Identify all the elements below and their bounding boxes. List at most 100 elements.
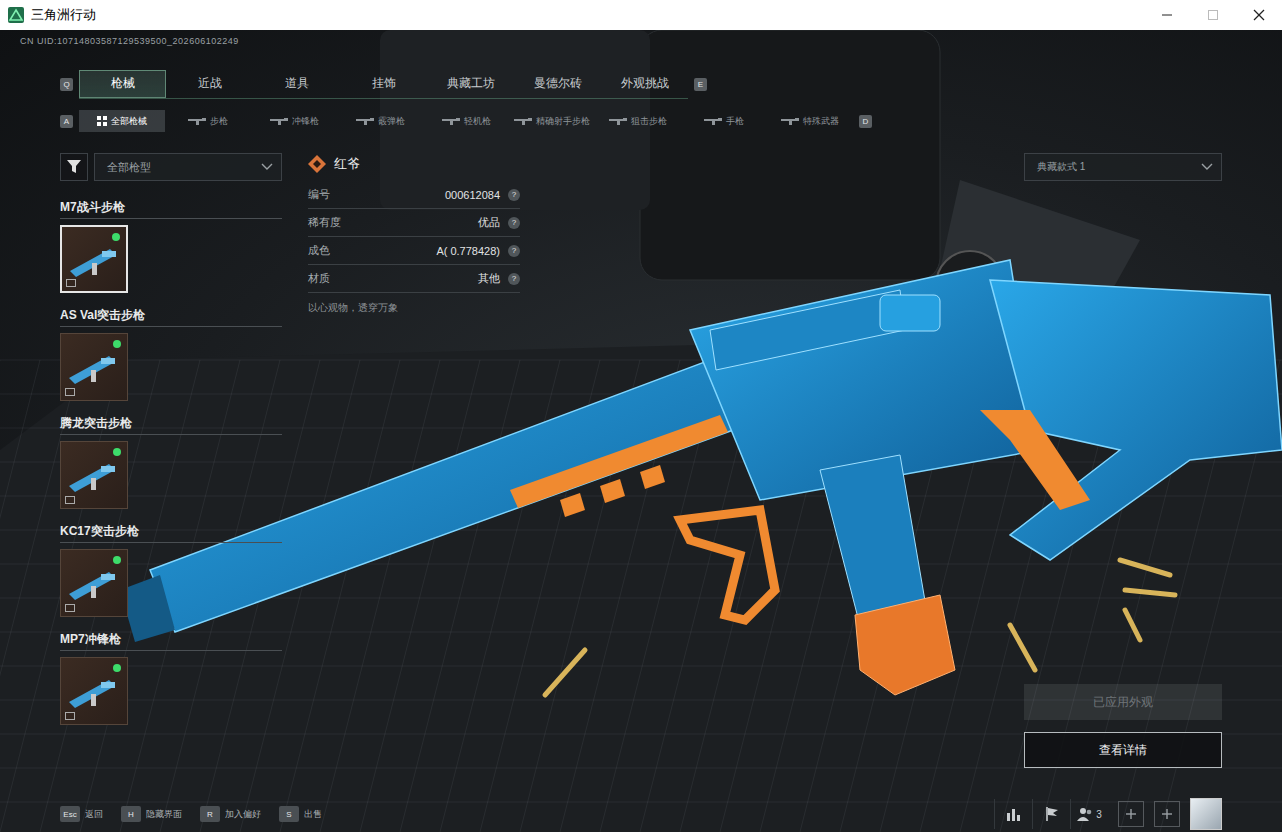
- hotkey-label: 隐藏界面: [146, 808, 182, 821]
- style-dropdown[interactable]: 典藏款式 1: [1024, 153, 1222, 181]
- weapon-type-tab[interactable]: 狙击步枪: [595, 110, 681, 132]
- gun-icon[interactable]: [781, 117, 799, 125]
- weapon-thumbnail[interactable]: [60, 333, 128, 401]
- weapon-type-tab[interactable]: 霰弹枪: [337, 110, 423, 132]
- prev-category-key: Q: [60, 78, 73, 91]
- hotkey-hint[interactable]: R加入偏好: [200, 806, 261, 822]
- weapon-item[interactable]: MP7冲锋枪: [60, 631, 282, 725]
- weapon-name: 腾龙突击步枪: [60, 415, 282, 435]
- bar-chart-icon[interactable]: [1006, 807, 1022, 821]
- equipped-dot: [113, 664, 121, 672]
- weapon-type-tabs: 全部枪械步枪 冲锋枪 霰弹枪 轻机枪 精确射手步枪狙击步枪 手枪 特殊武器: [79, 110, 853, 132]
- weapon-thumbnail[interactable]: [60, 657, 128, 725]
- plus-icon[interactable]: [1125, 808, 1137, 820]
- skin-title-row: 红爷: [308, 153, 520, 175]
- close-icon[interactable]: [1253, 9, 1265, 21]
- weapon-name: MP7冲锋枪: [60, 631, 282, 651]
- weapon-thumbnail[interactable]: [60, 225, 128, 293]
- gun-icon[interactable]: [609, 117, 627, 125]
- weapon-item[interactable]: 腾龙突击步枪: [60, 415, 282, 509]
- applied-skin-button[interactable]: 已应用外观: [1024, 684, 1222, 720]
- category-tab[interactable]: 典藏工坊: [427, 70, 514, 98]
- weapon-type-tab[interactable]: 轻机枪: [423, 110, 509, 132]
- view-details-button[interactable]: 查看详情: [1024, 732, 1222, 768]
- social-icons: 3: [994, 798, 1222, 830]
- weapon-item[interactable]: AS Val突击步枪: [60, 307, 282, 401]
- detail-row: 材质其他?: [308, 265, 520, 293]
- equipped-dot: [112, 233, 120, 241]
- people-icon[interactable]: [1077, 807, 1093, 821]
- gun-icon[interactable]: [270, 117, 288, 125]
- weapon-type-label: 冲锋枪: [292, 115, 319, 128]
- weapon-type-label: 霰弹枪: [378, 115, 405, 128]
- stats-button[interactable]: [994, 799, 1032, 829]
- party-button[interactable]: 3: [1070, 799, 1108, 829]
- hotkey-hint[interactable]: S出售: [279, 806, 322, 822]
- weapon-thumb-icon[interactable]: [66, 241, 126, 281]
- close-button[interactable]: [1236, 0, 1282, 30]
- player-avatar[interactable]: [1190, 798, 1222, 830]
- invite-slot[interactable]: [1118, 801, 1144, 827]
- gun-icon[interactable]: [514, 117, 532, 125]
- weapon-thumb-icon[interactable]: [65, 672, 125, 712]
- detail-value-group: 其他?: [478, 271, 520, 286]
- help-button[interactable]: ?: [508, 245, 520, 257]
- preview-icon: [65, 388, 75, 396]
- weapon-type-tab[interactable]: 冲锋枪: [251, 110, 337, 132]
- prev-type-key: A: [60, 115, 73, 128]
- hotkey-label: 返回: [85, 808, 103, 821]
- gun-icon[interactable]: [356, 117, 374, 125]
- help-button[interactable]: ?: [508, 189, 520, 201]
- help-button[interactable]: ?: [508, 217, 520, 229]
- weapon-type-label: 轻机枪: [464, 115, 491, 128]
- weapon-type-tab[interactable]: 特殊武器: [767, 110, 853, 132]
- hotkey-hint[interactable]: Esc返回: [60, 806, 103, 822]
- category-tab[interactable]: 道具: [253, 70, 340, 98]
- flag-icon[interactable]: [1045, 806, 1059, 822]
- maximize-button[interactable]: [1190, 0, 1236, 30]
- rarity-diamond-icon: [308, 155, 326, 173]
- detail-value: A( 0.778428): [436, 245, 500, 257]
- category-tab[interactable]: 挂饰: [340, 70, 427, 98]
- weapon-thumb-icon[interactable]: [65, 348, 125, 388]
- bottom-bar: Esc返回 H隐藏界面 R加入偏好 S出售 3: [60, 798, 1222, 830]
- category-tab[interactable]: 近战: [166, 70, 253, 98]
- minimize-button[interactable]: [1144, 0, 1190, 30]
- weapon-thumbnail[interactable]: [60, 549, 128, 617]
- weapon-item[interactable]: M7战斗步枪: [60, 199, 282, 293]
- weapon-type-tab[interactable]: 全部枪械: [79, 110, 165, 132]
- weapon-thumb-icon[interactable]: [65, 564, 125, 604]
- category-tab[interactable]: 曼德尔砖: [514, 70, 601, 98]
- chevron-down-icon[interactable]: [261, 163, 273, 171]
- weapon-name: KC17突击步枪: [60, 523, 282, 543]
- minimize-icon[interactable]: [1161, 9, 1173, 21]
- help-button[interactable]: ?: [508, 273, 520, 285]
- weapon-type-tab[interactable]: 手枪: [681, 110, 767, 132]
- category-tab[interactable]: 外观挑战: [601, 70, 688, 98]
- maximize-icon[interactable]: [1207, 9, 1219, 21]
- weapon-thumb-icon[interactable]: [65, 456, 125, 496]
- detail-value-group: A( 0.778428)?: [436, 245, 520, 257]
- app-logo-icon: [8, 7, 24, 23]
- plus-icon[interactable]: [1161, 808, 1173, 820]
- hotkey-hint[interactable]: H隐藏界面: [121, 806, 182, 822]
- weapon-type-tab[interactable]: 精确射手步枪: [509, 110, 595, 132]
- dropdown-value: 典藏款式 1: [1037, 160, 1085, 174]
- weapon-type-tab[interactable]: 步枪: [165, 110, 251, 132]
- weapon-type-label: 手枪: [726, 115, 744, 128]
- category-tab[interactable]: 枪械: [79, 70, 166, 98]
- gun-icon[interactable]: [188, 117, 206, 125]
- weapon-type-dropdown[interactable]: 全部枪型: [94, 153, 282, 181]
- chevron-down-icon[interactable]: [1201, 163, 1213, 171]
- invite-slot[interactable]: [1154, 801, 1180, 827]
- weapon-item[interactable]: KC17突击步枪: [60, 523, 282, 617]
- next-category-key: E: [694, 78, 707, 91]
- grid-icon[interactable]: [97, 116, 107, 126]
- gun-icon[interactable]: [704, 117, 722, 125]
- filter-button[interactable]: [60, 153, 88, 181]
- filter-icon[interactable]: [67, 160, 81, 174]
- gun-icon[interactable]: [442, 117, 460, 125]
- weapon-thumbnail[interactable]: [60, 441, 128, 509]
- flag-button[interactable]: [1032, 799, 1070, 829]
- button-group: 已应用外观查看详情: [1024, 684, 1222, 768]
